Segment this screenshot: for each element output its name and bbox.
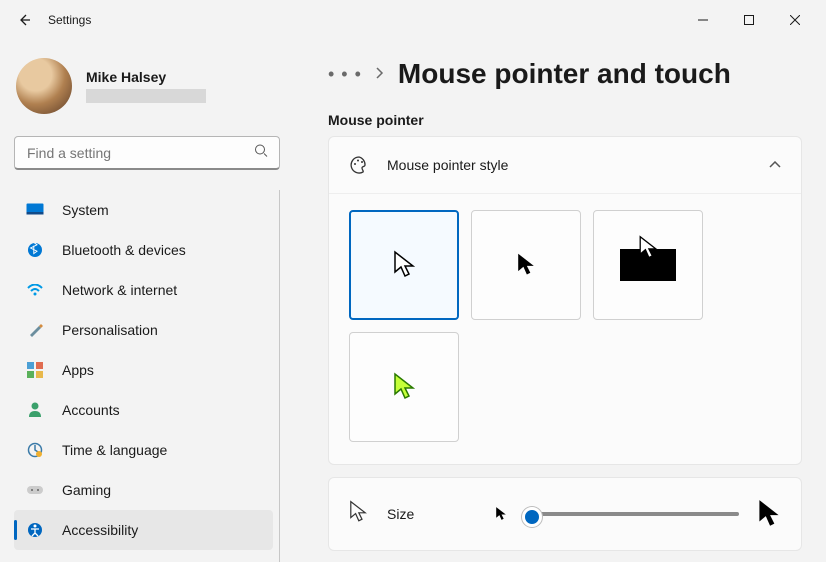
- chevron-up-icon: [769, 156, 781, 174]
- palette-icon: [349, 155, 369, 175]
- cursor-black-icon: [516, 252, 536, 278]
- small-cursor-icon: [495, 506, 507, 522]
- minimize-icon: [698, 15, 708, 25]
- profile-subtext-placeholder: [86, 89, 206, 103]
- pointer-size-slider[interactable]: [525, 512, 739, 516]
- maximize-button[interactable]: [726, 4, 772, 36]
- person-icon: [26, 401, 44, 419]
- close-icon: [790, 15, 800, 25]
- cursor-white-icon: [393, 250, 415, 280]
- cursor-custom-icon: [393, 372, 415, 402]
- size-label: Size: [387, 506, 477, 522]
- sidebar-item-label: Apps: [62, 362, 94, 378]
- sidebar-item-personalisation[interactable]: Personalisation: [14, 310, 273, 350]
- chevron-right-icon: [376, 67, 384, 82]
- cursor-outline-icon: [349, 500, 369, 529]
- sidebar-item-time[interactable]: Time & language: [14, 430, 273, 470]
- profile-name: Mike Halsey: [86, 69, 206, 85]
- pointer-style-custom[interactable]: [349, 332, 459, 442]
- sidebar-item-gaming[interactable]: Gaming: [14, 470, 273, 510]
- clock-globe-icon: [26, 441, 44, 459]
- apps-icon: [26, 361, 44, 379]
- sidebar-item-label: Time & language: [62, 442, 167, 458]
- sidebar-item-network[interactable]: Network & internet: [14, 270, 273, 310]
- page-title: Mouse pointer and touch: [398, 58, 731, 90]
- cursor-inverted-icon: [638, 235, 658, 261]
- pointer-style-black[interactable]: [471, 210, 581, 320]
- section-heading-mouse-pointer: Mouse pointer: [328, 112, 802, 128]
- card-title: Mouse pointer style: [387, 157, 751, 173]
- breadcrumb: • • • Mouse pointer and touch: [328, 58, 802, 90]
- accessibility-icon: [26, 521, 44, 539]
- sidebar-item-label: System: [62, 202, 109, 218]
- sidebar: Mike Halsey System Bluetooth & devices N…: [0, 40, 296, 562]
- sidebar-item-label: Accessibility: [62, 522, 138, 538]
- profile-block[interactable]: Mike Halsey: [14, 40, 280, 132]
- titlebar: Settings: [0, 0, 826, 40]
- close-button[interactable]: [772, 4, 818, 36]
- sidebar-item-label: Accounts: [62, 402, 120, 418]
- back-button[interactable]: [8, 4, 40, 36]
- inverted-preview: [620, 249, 676, 281]
- maximize-icon: [744, 15, 754, 25]
- search-box[interactable]: [14, 136, 280, 170]
- sidebar-item-system[interactable]: System: [14, 190, 273, 230]
- wifi-icon: [26, 281, 44, 299]
- mouse-pointer-style-card: Mouse pointer style: [328, 136, 802, 465]
- sidebar-item-apps[interactable]: Apps: [14, 350, 273, 390]
- large-cursor-icon: [757, 498, 781, 530]
- nav-list: System Bluetooth & devices Network & int…: [14, 190, 280, 562]
- pointer-size-card: Size: [328, 477, 802, 551]
- sidebar-item-label: Bluetooth & devices: [62, 242, 186, 258]
- bluetooth-icon: [26, 241, 44, 259]
- pointer-style-inverted[interactable]: [593, 210, 703, 320]
- pointer-style-white[interactable]: [349, 210, 459, 320]
- breadcrumb-more-button[interactable]: • • •: [328, 64, 362, 85]
- arrow-left-icon: [16, 12, 32, 28]
- minimize-button[interactable]: [680, 4, 726, 36]
- sidebar-item-accounts[interactable]: Accounts: [14, 390, 273, 430]
- search-input[interactable]: [14, 136, 280, 170]
- system-icon: [26, 201, 44, 219]
- sidebar-item-bluetooth[interactable]: Bluetooth & devices: [14, 230, 273, 270]
- window-title: Settings: [48, 13, 91, 27]
- gaming-icon: [26, 481, 44, 499]
- sidebar-item-label: Network & internet: [62, 282, 177, 298]
- pointer-style-options: [329, 193, 801, 464]
- main-content: • • • Mouse pointer and touch Mouse poin…: [296, 40, 826, 562]
- sidebar-item-label: Gaming: [62, 482, 111, 498]
- paintbrush-icon: [26, 321, 44, 339]
- sidebar-item-label: Personalisation: [62, 322, 158, 338]
- sidebar-item-accessibility[interactable]: Accessibility: [14, 510, 273, 550]
- avatar: [16, 58, 72, 114]
- mouse-pointer-style-header[interactable]: Mouse pointer style: [329, 137, 801, 193]
